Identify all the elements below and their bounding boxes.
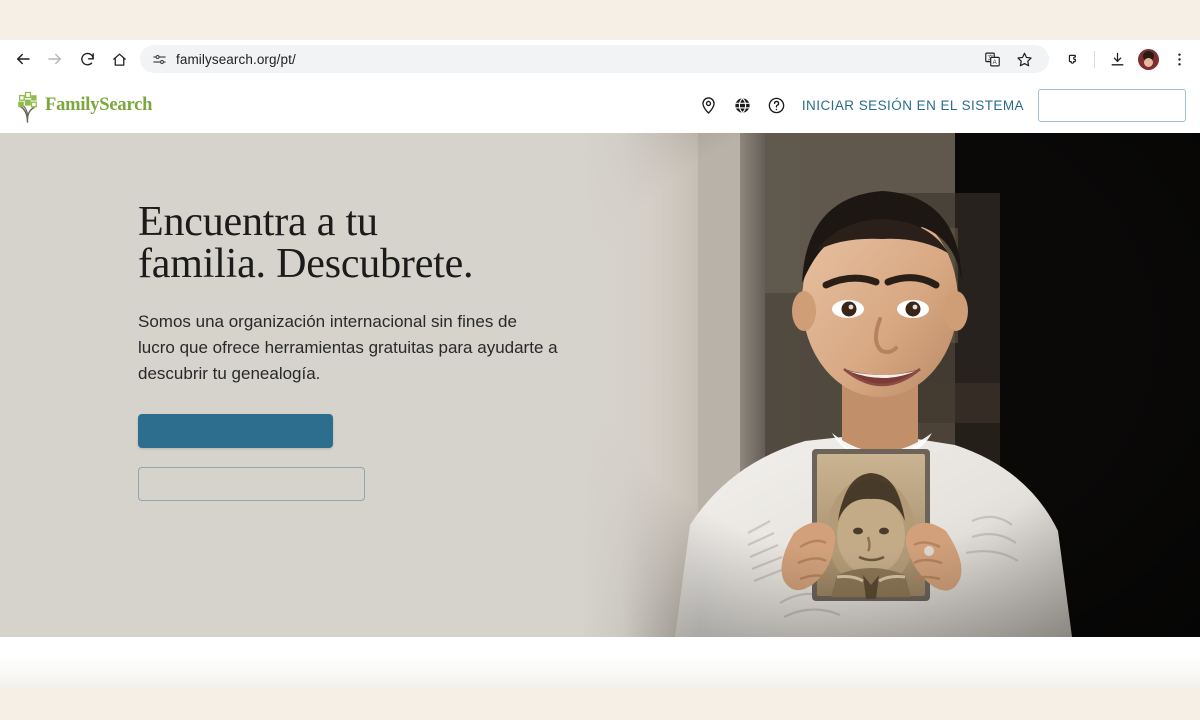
site-header-actions: INICIAR SESIÓN EN EL SISTEMA <box>692 89 1200 123</box>
translate-button[interactable]: 文 A <box>977 44 1007 74</box>
url-text: familysearch.org/pt/ <box>176 51 296 67</box>
profile-avatar-icon <box>1137 48 1159 70</box>
svg-text:A: A <box>992 60 996 66</box>
browser-menu-button[interactable] <box>1164 44 1194 74</box>
forward-button[interactable] <box>40 44 70 74</box>
page-viewport: FamilySearch INICIAR SESIÓN EN EL SISTEM… <box>0 78 1200 720</box>
hero-content: Encuentra a tu familia. Descubrete. Somo… <box>138 201 568 502</box>
site-settings-icon[interactable] <box>150 50 168 68</box>
globe-icon <box>735 97 750 114</box>
toolbar-right-actions <box>1057 44 1200 74</box>
hero-primary-button[interactable] <box>138 414 333 449</box>
question-circle-icon <box>769 97 785 114</box>
site-header: FamilySearch INICIAR SESIÓN EN EL SISTEM… <box>0 78 1200 133</box>
hero-photo <box>580 133 1200 637</box>
reload-icon <box>80 52 94 65</box>
page-footer-band <box>0 687 1200 720</box>
reload-button[interactable] <box>72 44 102 74</box>
hero-secondary-button[interactable] <box>138 467 365 502</box>
hero-title: Encuentra a tu familia. Descubrete. <box>138 201 568 285</box>
three-dots-vertical-icon <box>1177 52 1181 66</box>
back-button[interactable] <box>8 44 38 74</box>
sign-in-link[interactable]: INICIAR SESIÓN EN EL SISTEMA <box>802 98 1024 113</box>
extensions-button[interactable] <box>1057 44 1087 74</box>
tune-sliders-icon <box>152 54 166 64</box>
home-button[interactable] <box>104 44 134 74</box>
hero-title-line-2: familia. Descubrete. <box>138 241 474 287</box>
hero-section: Encuentra a tu familia. Descubrete. Somo… <box>0 133 1200 637</box>
hero-subtitle: Somos una organización internacional sin… <box>138 312 558 383</box>
omnibox-actions: 文 A <box>977 44 1039 74</box>
navigation-buttons <box>0 44 134 74</box>
browser-toolbar: familysearch.org/pt/ 文 A <box>0 40 1200 78</box>
star-icon <box>1016 52 1032 66</box>
home-icon <box>112 53 126 66</box>
header-cta-button[interactable] <box>1038 89 1186 122</box>
map-pin-icon <box>702 97 716 114</box>
downloads-button[interactable] <box>1102 44 1132 74</box>
hero-title-line-1: Encuentra a tu <box>138 199 378 245</box>
logo-text: FamilySearch <box>45 95 153 115</box>
help-button[interactable] <box>760 89 794 123</box>
toolbar-divider <box>1094 50 1095 68</box>
bookmark-button[interactable] <box>1009 44 1039 74</box>
arrow-left-icon <box>17 53 30 65</box>
location-button[interactable] <box>692 89 726 123</box>
puzzle-piece-icon <box>1068 54 1076 64</box>
arrow-right-icon <box>48 53 61 65</box>
browser-window: familysearch.org/pt/ 文 A <box>0 0 1200 720</box>
translate-icon: 文 A <box>984 52 1000 66</box>
family-tree-logo-icon <box>18 91 37 123</box>
download-icon <box>1111 52 1123 65</box>
familysearch-logo[interactable]: FamilySearch <box>14 89 152 123</box>
language-button[interactable] <box>726 89 760 123</box>
browser-tab-strip <box>0 0 1200 40</box>
hero-photo-image <box>580 133 1200 637</box>
profile-button[interactable] <box>1133 44 1163 74</box>
below-hero-section <box>0 637 1200 687</box>
address-bar[interactable]: familysearch.org/pt/ 文 A <box>140 45 1049 73</box>
